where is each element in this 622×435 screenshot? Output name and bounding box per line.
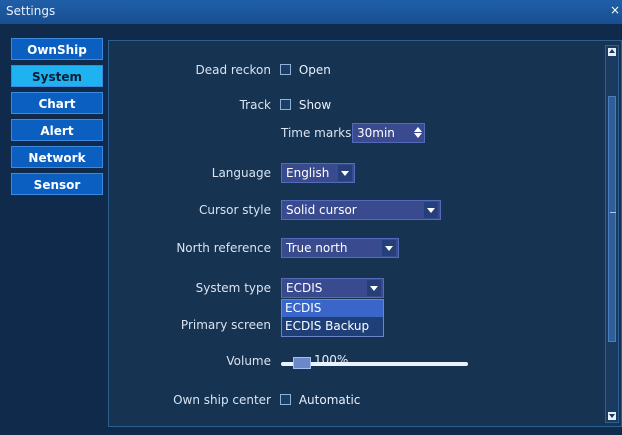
sidebar-item-chart[interactable]: Chart xyxy=(11,92,103,114)
dead-reckon-checkbox-control[interactable]: Open xyxy=(280,63,331,77)
scrollbar-grip-icon xyxy=(610,212,616,213)
cursor-style-value: Solid cursor xyxy=(286,203,357,217)
scrollbar-thumb[interactable] xyxy=(608,96,616,342)
own-ship-center-checkbox-label: Automatic xyxy=(298,393,361,407)
volume-label: Volume xyxy=(226,354,271,368)
system-type-option-ecdis[interactable]: ECDIS xyxy=(282,300,383,317)
language-value: English xyxy=(286,166,330,180)
north-reference-value: True north xyxy=(286,241,348,255)
time-marks-label: Time marks xyxy=(281,126,352,140)
dead-reckon-label: Dead reckon xyxy=(195,63,271,77)
scroll-up-icon[interactable] xyxy=(608,48,616,56)
sidebar-item-alert[interactable]: Alert xyxy=(11,119,103,141)
chevron-down-icon[interactable] xyxy=(367,280,381,296)
cursor-style-label: Cursor style xyxy=(198,203,271,217)
track-label: Track xyxy=(239,98,271,112)
track-checkbox[interactable] xyxy=(280,99,291,110)
system-settings-panel: Dead reckon Open Track Show Time marks 3… xyxy=(108,40,622,427)
chevron-down-icon[interactable] xyxy=(382,240,396,256)
chevron-down-icon[interactable] xyxy=(338,165,352,181)
close-icon[interactable]: × xyxy=(610,3,620,17)
system-type-option-ecdis-backup[interactable]: ECDIS Backup xyxy=(282,318,383,335)
system-type-select[interactable]: ECDIS xyxy=(281,278,384,298)
language-label: Language xyxy=(211,166,271,180)
north-reference-select[interactable]: True north xyxy=(281,238,399,258)
system-type-value: ECDIS xyxy=(286,281,323,295)
sidebar-item-system[interactable]: System xyxy=(11,65,103,87)
sidebar-item-network[interactable]: Network xyxy=(11,146,103,168)
track-checkbox-control[interactable]: Show xyxy=(280,98,331,112)
system-type-label: System type xyxy=(195,281,271,295)
vertical-scrollbar[interactable] xyxy=(605,45,619,423)
north-reference-label: North reference xyxy=(176,241,271,255)
spin-down-icon[interactable] xyxy=(414,132,422,140)
own-ship-center-checkbox[interactable] xyxy=(280,394,291,405)
dead-reckon-checkbox-label: Open xyxy=(298,63,331,77)
volume-slider-thumb[interactable] xyxy=(293,357,311,369)
sidebar-item-sensor[interactable]: Sensor xyxy=(11,173,103,195)
time-marks-value: 30min xyxy=(357,126,395,140)
primary-screen-label: Primary screen xyxy=(180,318,271,332)
window-title: Settings xyxy=(6,4,56,18)
time-marks-stepper[interactable]: 30min xyxy=(352,123,425,143)
settings-sidebar: OwnShip System Chart Alert Network Senso… xyxy=(8,38,106,200)
volume-percent: 100% xyxy=(314,353,349,367)
own-ship-center-checkbox-control[interactable]: Automatic xyxy=(280,393,360,407)
cursor-style-select[interactable]: Solid cursor xyxy=(281,200,441,220)
sidebar-item-ownship[interactable]: OwnShip xyxy=(11,38,103,60)
language-select[interactable]: English xyxy=(281,163,355,183)
title-bar: Settings × xyxy=(0,0,622,24)
dead-reckon-checkbox[interactable] xyxy=(280,64,291,75)
chevron-down-icon[interactable] xyxy=(424,202,438,218)
own-ship-center-label: Own ship center xyxy=(173,393,271,407)
track-checkbox-label: Show xyxy=(298,98,332,112)
system-type-dropdown-list: ECDIS ECDIS Backup xyxy=(281,299,384,337)
settings-window: Settings × OwnShip System Chart Alert Ne… xyxy=(0,0,622,435)
scroll-down-icon[interactable] xyxy=(608,412,616,420)
